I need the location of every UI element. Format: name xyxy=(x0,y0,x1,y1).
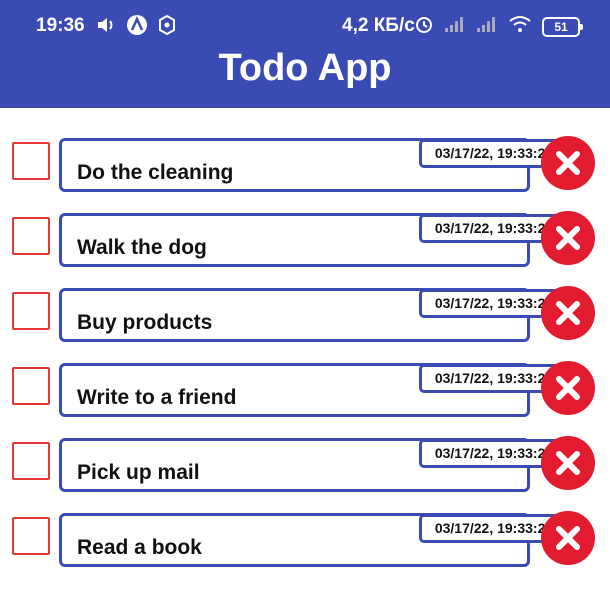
todo-item: Write to a friend 03/17/22, 19:33:22 xyxy=(0,351,610,426)
todo-text: Read a book xyxy=(77,536,202,559)
todo-item: Walk the dog 03/17/22, 19:33:22 xyxy=(0,201,610,276)
todo-checkbox[interactable] xyxy=(12,442,50,480)
delete-button[interactable] xyxy=(541,511,595,565)
todo-card[interactable]: Pick up mail 03/17/22, 19:33:22 xyxy=(59,438,569,492)
todo-text: Buy products xyxy=(77,311,213,334)
signal-icon xyxy=(476,15,498,39)
close-icon xyxy=(556,151,580,175)
delete-button[interactable] xyxy=(541,436,595,490)
app-header: 19:36 4,2 КБ/с 51 Todo App xyxy=(0,0,610,108)
hexagon-icon xyxy=(158,14,176,41)
todo-card[interactable]: Write to a friend 03/17/22, 19:33:22 xyxy=(59,363,569,417)
todo-text: Pick up mail xyxy=(77,461,200,484)
todo-text: Write to a friend xyxy=(77,386,237,409)
page-title: Todo App xyxy=(218,47,392,89)
todo-checkbox[interactable] xyxy=(12,292,50,330)
todo-card[interactable]: Buy products 03/17/22, 19:33:22 xyxy=(59,288,569,342)
todo-item: Buy products 03/17/22, 19:33:22 xyxy=(0,276,610,351)
todo-card[interactable]: Read a book 03/17/22, 19:33:22 xyxy=(59,513,569,567)
todo-text: Walk the dog xyxy=(77,236,207,259)
close-icon xyxy=(556,301,580,325)
todo-checkbox[interactable] xyxy=(12,517,50,555)
close-icon xyxy=(556,526,580,550)
todo-list: Do the cleaning 03/17/22, 19:33:22 Walk th… xyxy=(0,126,610,576)
delete-button[interactable] xyxy=(541,286,595,340)
alarm-icon xyxy=(414,14,434,40)
todo-item: Read a book 03/17/22, 19:33:22 xyxy=(0,501,610,576)
delete-button[interactable] xyxy=(541,211,595,265)
todo-card[interactable]: Walk the dog 03/17/22, 19:33:22 xyxy=(59,213,569,267)
todo-item: Pick up mail 03/17/22, 19:33:22 xyxy=(0,426,610,501)
delete-button[interactable] xyxy=(541,361,595,415)
status-network-speed: 4,2 КБ/с xyxy=(342,15,415,36)
close-icon xyxy=(556,226,580,250)
todo-item: Do the cleaning 03/17/22, 19:33:22 xyxy=(0,126,610,201)
signal-icon xyxy=(444,15,466,39)
status-time: 19:36 xyxy=(36,15,85,36)
battery-icon: 51 xyxy=(542,17,583,37)
app-a-icon xyxy=(126,14,148,42)
todo-checkbox[interactable] xyxy=(12,367,50,405)
status-bar: 19:36 4,2 КБ/с 51 xyxy=(0,0,610,52)
todo-checkbox[interactable] xyxy=(12,142,50,180)
close-icon xyxy=(556,451,580,475)
volume-icon xyxy=(96,16,116,40)
status-left-icons xyxy=(96,14,176,42)
close-icon xyxy=(556,376,580,400)
todo-text: Do the cleaning xyxy=(77,161,234,184)
status-right-icons: 51 xyxy=(414,14,583,40)
todo-card[interactable]: Do the cleaning 03/17/22, 19:33:22 xyxy=(59,138,569,192)
wifi-icon xyxy=(508,15,532,39)
delete-button[interactable] xyxy=(541,136,595,190)
todo-checkbox[interactable] xyxy=(12,217,50,255)
